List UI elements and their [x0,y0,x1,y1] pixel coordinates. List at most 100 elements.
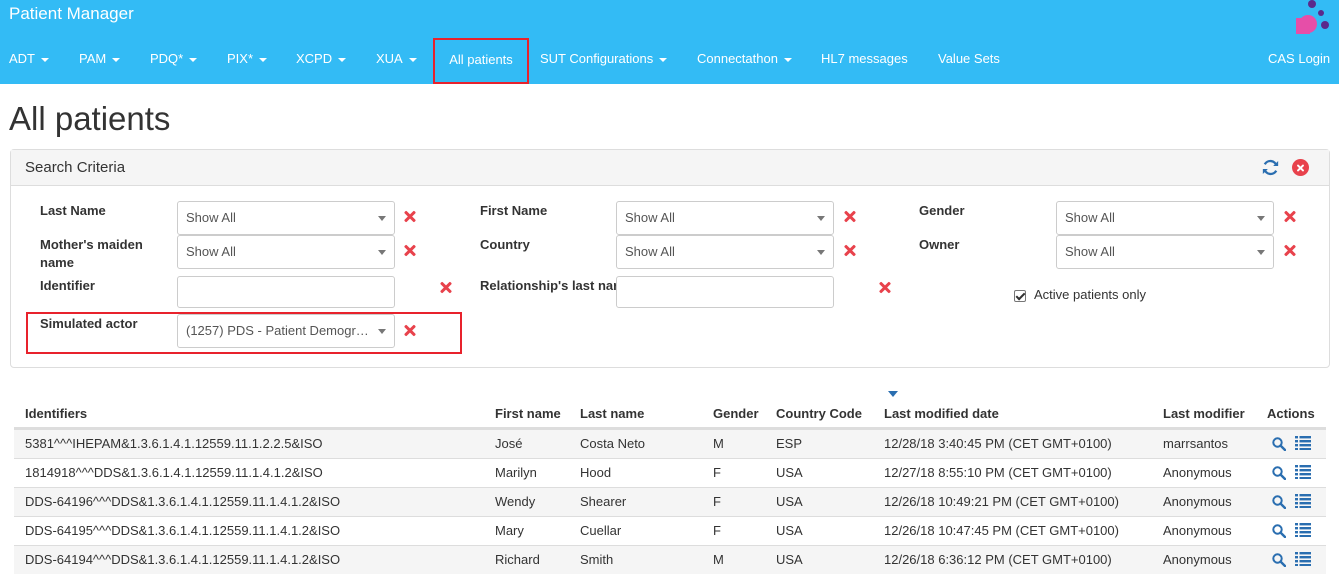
active-only-label: Active patients only [1034,287,1147,302]
chevron-down-icon [378,216,386,221]
cell-last-modified-date: 12/26/18 10:47:45 PM (CET GMT+0100) [884,523,1119,538]
first-name-label: First Name [480,203,548,218]
nav-value-sets[interactable]: Value Sets [938,37,1000,82]
clear-x-icon[interactable] [844,244,856,256]
list-icon[interactable] [1295,436,1311,450]
active-only-checkbox[interactable] [1014,290,1026,302]
cell-first-name: Marilyn [495,465,537,480]
search-icon[interactable] [1272,524,1286,538]
simulated-actor-label: Simulated actor [40,316,138,331]
cell-last-modifier: Anonymous [1163,523,1232,538]
clear-x-icon[interactable] [404,210,416,222]
col-last-name[interactable]: Last name [580,406,644,421]
cell-identifiers: 5381^^^IHEPAM&1.3.6.1.4.1.12559.11.1.2.2… [25,436,323,451]
first-name-select[interactable]: Show All [616,201,834,235]
table-row: DDS-64196^^^DDS&1.3.6.1.4.1.12559.11.1.4… [14,487,1326,516]
col-last-modifier[interactable]: Last modifier [1163,406,1245,421]
clear-x-icon[interactable] [1284,210,1296,222]
panel-header: Search Criteria [11,150,1329,186]
search-icon[interactable] [1272,437,1286,451]
cell-country-code: USA [776,465,803,480]
cell-gender: M [713,436,724,451]
caret-down-icon [659,57,668,62]
relationship-last-name-label: Relationship's last nar [480,278,616,293]
nav-pdq[interactable]: PDQ* [150,37,198,82]
cell-last-name: Hood [580,465,612,480]
cell-last-modifier: Anonymous [1163,494,1232,509]
last-name-select[interactable]: Show All [177,201,395,235]
caret-down-icon [189,57,198,62]
country-label: Country [480,237,530,252]
clear-x-icon[interactable] [1284,244,1296,256]
clear-x-icon[interactable] [440,281,452,293]
col-identifiers[interactable]: Identifiers [25,406,87,421]
simulated-actor-select[interactable]: (1257) PDS - Patient Demographics Suppli… [177,314,395,348]
list-icon[interactable] [1295,494,1311,508]
gender-select[interactable]: Show All [1056,201,1274,235]
app-title[interactable]: Patient Manager [9,4,134,24]
clear-x-icon[interactable] [404,244,416,256]
nav-adt[interactable]: ADT [9,37,49,82]
cell-last-modifier: marrsantos [1163,436,1229,451]
cell-last-modifier: Anonymous [1163,465,1232,480]
cell-country-code: ESP [776,436,803,451]
gender-label: Gender [919,203,965,218]
search-icon[interactable] [1272,495,1286,509]
main-nav: ADT PAM PDQ* PIX* XCPD XUA All patients … [0,37,1339,84]
caret-down-icon [259,57,268,62]
col-first-name[interactable]: First name [495,406,561,421]
cell-last-modified-date: 12/28/18 3:40:45 PM (CET GMT+0100) [884,436,1112,451]
owner-label: Owner [919,237,960,252]
identifier-label: Identifier [40,278,95,293]
clear-x-icon[interactable] [879,281,891,293]
mothers-maiden-name-label: Mother's maiden name [40,237,143,270]
clear-x-icon[interactable] [404,324,416,336]
cell-identifiers: DDS-64195^^^DDS&1.3.6.1.4.1.12559.11.1.4… [25,523,341,538]
caret-down-icon [41,57,49,62]
col-last-modified-date[interactable]: Last modified date [884,406,999,421]
search-icon[interactable] [1272,553,1286,567]
cell-gender: F [713,465,721,480]
panel-title: Search Criteria [25,159,126,176]
col-country-code[interactable]: Country Code [776,406,862,421]
top-navbar: Patient Manager ADT PAM PDQ* PIX* XCPD X… [0,0,1339,84]
cell-identifiers: 1814918^^^DDS&1.3.6.1.4.1.12559.11.1.4.1… [25,465,323,480]
list-icon[interactable] [1295,465,1311,479]
logo-icon[interactable] [1294,0,1330,34]
cell-country-code: USA [776,494,803,509]
list-icon[interactable] [1295,552,1311,566]
col-gender[interactable]: Gender [713,406,759,421]
nav-connectathon[interactable]: Connectathon [697,37,792,82]
cell-last-name: Cuellar [580,523,622,538]
nav-xua[interactable]: XUA [376,37,417,82]
relationship-last-name-input[interactable] [616,276,834,308]
cas-login-link[interactable]: CAS Login [1268,37,1330,82]
table-row: DDS-64195^^^DDS&1.3.6.1.4.1.12559.11.1.4… [14,516,1326,545]
nav-xcpd[interactable]: XCPD [296,37,347,82]
mothers-maiden-name-select[interactable]: Show All [177,235,395,269]
cell-last-modified-date: 12/26/18 10:49:21 PM (CET GMT+0100) [884,494,1119,509]
chevron-down-icon [1257,216,1265,221]
nav-hl7-messages[interactable]: HL7 messages [821,37,908,82]
list-icon[interactable] [1295,523,1311,537]
identifier-input[interactable] [177,276,395,308]
nav-pam[interactable]: PAM [79,37,121,82]
cell-first-name: José [495,436,523,451]
refresh-icon[interactable] [1262,159,1279,176]
close-circle-icon[interactable] [1292,159,1309,176]
country-select[interactable]: Show All [616,235,834,269]
nav-sut-configurations[interactable]: SUT Configurations [540,37,668,82]
nav-all-patients[interactable]: All patients [433,38,529,84]
owner-select[interactable]: Show All [1056,235,1274,269]
chevron-down-icon [378,250,386,255]
nav-pix[interactable]: PIX* [227,37,268,82]
cell-last-modified-date: 12/27/18 8:55:10 PM (CET GMT+0100) [884,465,1112,480]
cell-first-name: Mary [495,523,524,538]
caret-down-icon [783,57,792,62]
clear-x-icon[interactable] [844,210,856,222]
search-icon[interactable] [1272,466,1286,480]
chevron-down-icon [817,250,825,255]
chevron-down-icon [1257,250,1265,255]
sort-desc-icon [888,391,898,397]
cell-last-name: Shearer [580,494,627,509]
